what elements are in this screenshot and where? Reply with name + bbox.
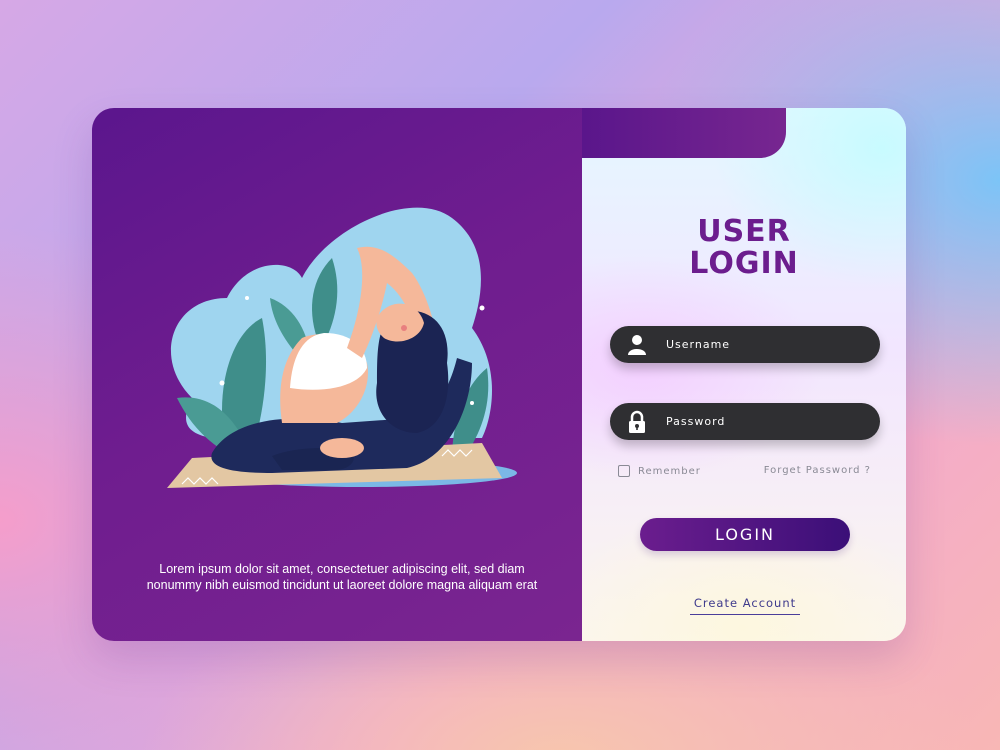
username-input[interactable]	[666, 338, 866, 351]
remember-option[interactable]: Remember	[618, 465, 701, 477]
remember-label: Remember	[638, 465, 701, 477]
illustration-panel: Lorem ipsum dolor sit amet, consectetuer…	[92, 108, 582, 641]
description-text: Lorem ipsum dolor sit amet, consectetuer…	[146, 562, 538, 592]
yoga-illustration	[167, 207, 517, 488]
password-field[interactable]	[610, 403, 880, 440]
login-title-line2: LOGIN	[689, 246, 799, 281]
user-icon	[624, 332, 650, 358]
forgot-password-link[interactable]: Forget Password ?	[764, 465, 871, 476]
lock-icon	[624, 409, 650, 435]
login-title-line1: USER	[697, 214, 791, 249]
login-card: Lorem ipsum dolor sit amet, consectetuer…	[92, 108, 906, 641]
password-input[interactable]	[666, 415, 866, 428]
header-tab-decoration	[582, 108, 786, 158]
login-button[interactable]: LOGIN	[640, 518, 850, 551]
login-panel: USER LOGIN Username Remember Forget Pass…	[582, 108, 906, 641]
username-field[interactable]	[610, 326, 880, 363]
remember-checkbox[interactable]	[618, 465, 630, 477]
create-account-link[interactable]: Create Account	[690, 596, 800, 615]
